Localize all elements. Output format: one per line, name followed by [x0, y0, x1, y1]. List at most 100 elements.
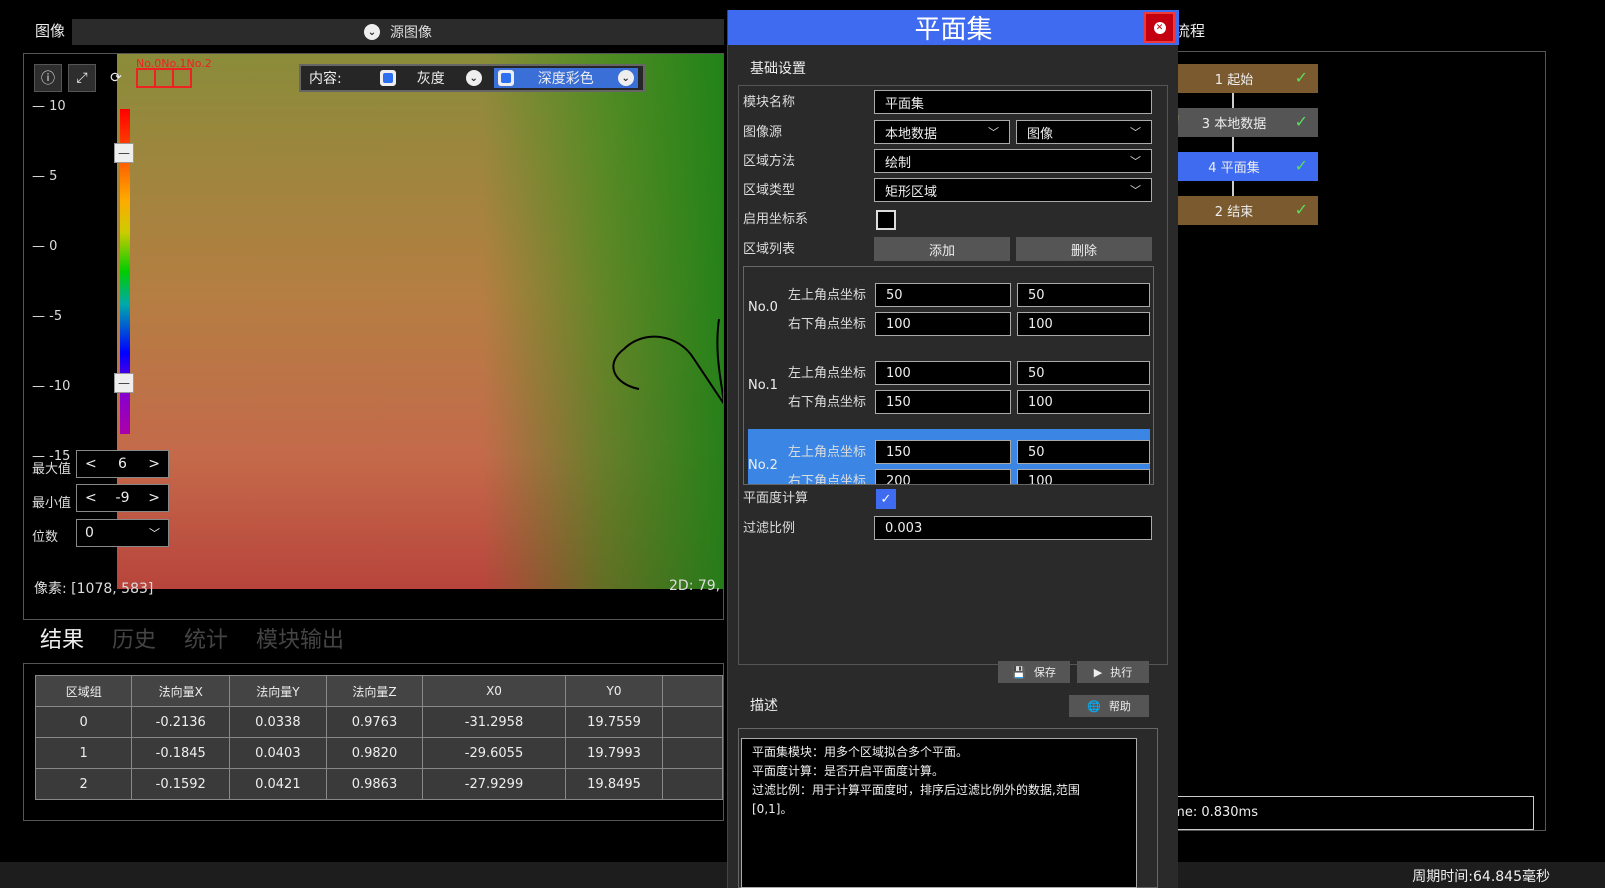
save-button[interactable]: 💾 保存: [998, 661, 1070, 683]
column-header[interactable]: X0: [422, 675, 566, 707]
save-label: 保存: [1033, 666, 1056, 679]
column-header[interactable]: Y0: [564, 675, 664, 707]
min-stepper[interactable]: < -9 >: [76, 484, 169, 512]
min-value[interactable]: -9: [116, 490, 130, 506]
flow-connector: [1232, 93, 1234, 108]
top-left-y-input[interactable]: 50: [1017, 361, 1150, 385]
dialog-title[interactable]: 平面集: [728, 10, 1179, 45]
top-left-y-input[interactable]: 50: [1017, 283, 1150, 307]
bottom-right-y-input[interactable]: 100: [1017, 312, 1150, 336]
table-cell: 0.0403: [229, 737, 327, 769]
bottom-right-y-input[interactable]: 100: [1017, 469, 1150, 484]
gray-toggle[interactable]: 灰度 ⌄: [376, 68, 486, 88]
module-name-input[interactable]: 平面集: [874, 90, 1152, 114]
depth-color-checkbox[interactable]: [497, 70, 514, 86]
save-icon: 💾: [1012, 665, 1026, 679]
column-header[interactable]: [662, 675, 723, 707]
chevron-down-icon[interactable]: ⌄: [617, 70, 634, 86]
chevron-down-icon: ﹀: [1130, 126, 1141, 139]
table-cell: -27.9299: [422, 768, 566, 800]
region-type-select[interactable]: 矩形区域 ﹀: [874, 178, 1152, 202]
region-list[interactable]: No.0 左上角点坐标 50 50 右下角点坐标 100 100 No.1 左上…: [743, 266, 1154, 485]
bottom-right-x-input[interactable]: 200: [875, 469, 1011, 484]
table-cell: 19.7993: [564, 737, 664, 769]
drawn-stroke: [612, 318, 723, 405]
max-stepper[interactable]: < 6 >: [76, 450, 169, 478]
table-cell: -31.2958: [422, 706, 566, 738]
tab-statistics[interactable]: 统计: [184, 622, 228, 654]
results-panel: 区域组 法向量X 法向量Y 法向量Z X0 Y0 0 -0.2136 0.033…: [23, 663, 724, 821]
flatness-checkbox[interactable]: ✓: [876, 489, 896, 509]
flow-section-label: 流程: [1175, 22, 1206, 40]
region-box[interactable]: [138, 70, 156, 86]
filter-ratio-input[interactable]: 0.003: [874, 516, 1152, 540]
column-header[interactable]: 法向量Y: [229, 675, 327, 707]
info-button[interactable]: ⓘ: [34, 64, 62, 92]
chevron-right-icon[interactable]: >: [148, 490, 160, 506]
help-label: 帮助: [1108, 700, 1131, 713]
image-viewer[interactable]: ⓘ ⤢ ⟳ No.0 No.1 No.2 内容: 灰度 ⌄ 深度彩色 ⌄ — 1…: [23, 53, 724, 620]
help-button[interactable]: 🌐 帮助: [1069, 695, 1149, 717]
gray-checkbox[interactable]: [379, 70, 396, 86]
chevron-down-icon: ⌄: [364, 24, 380, 40]
run-button[interactable]: ▶ 执行: [1077, 661, 1149, 683]
check-icon: ✓: [1294, 112, 1308, 131]
depth-color-toggle[interactable]: 深度彩色 ⌄: [493, 68, 638, 88]
table-row[interactable]: 1 -0.1845 0.0403 0.9820 -29.6055 19.7993: [34, 737, 723, 769]
table-cell: -0.1845: [131, 737, 231, 769]
table-cell: [662, 706, 723, 738]
chevron-down-icon[interactable]: ⌄: [465, 70, 482, 86]
digits-select[interactable]: 0 ﹀: [76, 519, 169, 547]
gray-label: 灰度: [416, 71, 445, 87]
tab-history[interactable]: 历史: [112, 622, 156, 654]
min-label: 最小值: [32, 496, 72, 511]
bottom-right-y-input[interactable]: 100: [1017, 390, 1150, 414]
refresh-button[interactable]: ⟳: [102, 64, 130, 92]
image-select[interactable]: 图像 ﹀: [1016, 120, 1152, 144]
chevron-down-icon: ﹀: [988, 126, 999, 139]
delete-region-button[interactable]: 删除: [1016, 237, 1152, 261]
close-button[interactable]: ✕: [1144, 12, 1175, 43]
result-tabs: 结果 历史 统计 模块输出: [40, 622, 344, 654]
region-overlays[interactable]: No.0 No.1 No.2: [136, 57, 212, 88]
flow-node-label: 1 起始: [1214, 73, 1254, 88]
region-overlay-label: No.2: [186, 57, 212, 70]
chevron-left-icon[interactable]: <: [85, 490, 97, 506]
chevron-right-icon[interactable]: >: [148, 456, 160, 472]
digits-value: 0: [85, 525, 94, 541]
image-source-label: 图像源: [743, 125, 783, 140]
max-slider-thumb[interactable]: —: [114, 143, 134, 163]
column-header[interactable]: 法向量Z: [325, 675, 424, 707]
top-left-x-input[interactable]: 150: [875, 440, 1011, 464]
table-row[interactable]: 2 -0.1592 0.0421 0.9863 -27.9299 19.8495: [34, 768, 723, 800]
chevron-left-icon[interactable]: <: [85, 456, 97, 472]
top-left-x-input[interactable]: 100: [875, 361, 1011, 385]
tab-results[interactable]: 结果: [40, 622, 84, 654]
use-coord-checkbox[interactable]: [876, 210, 896, 230]
plane-set-dialog: 平面集 ✕ 基础设置 模块名称 平面集 图像源 本地数据 ﹀ 图像 ﹀ 区域方法…: [727, 10, 1179, 888]
table-row[interactable]: 0 -0.2136 0.0338 0.9763 -31.2958 19.7559: [34, 706, 723, 738]
image-source-select[interactable]: 本地数据 ﹀: [874, 120, 1010, 144]
list-item-selected[interactable]: No.2 左上角点坐标 150 50 右下角点坐标 200 100: [748, 429, 1150, 484]
top-left-y-input[interactable]: 50: [1017, 440, 1150, 464]
top-left-x-input[interactable]: 50: [875, 283, 1011, 307]
region-method-select[interactable]: 绘制 ﹀: [874, 149, 1152, 173]
bottom-right-x-input[interactable]: 150: [875, 390, 1011, 414]
min-slider-thumb[interactable]: —: [114, 373, 134, 393]
digits-label: 位数: [32, 530, 59, 545]
max-value[interactable]: 6: [118, 456, 127, 472]
list-item[interactable]: No.1 左上角点坐标 100 50 右下角点坐标 150 100: [748, 353, 1150, 425]
region-box[interactable]: [174, 70, 190, 86]
bottom-right-x-input[interactable]: 100: [875, 312, 1011, 336]
region-box[interactable]: [156, 70, 174, 86]
list-item[interactable]: No.0 左上角点坐标 50 50 右下角点坐标 100 100: [748, 275, 1150, 347]
fit-view-button[interactable]: ⤢: [68, 64, 96, 92]
column-header[interactable]: 区域组: [34, 675, 133, 707]
source-image-selector[interactable]: ⌄ 源图像: [72, 19, 724, 45]
tab-module-output[interactable]: 模块输出: [256, 622, 344, 654]
bottom-right-label: 右下角点坐标: [788, 317, 867, 332]
flow-node-label: 2 结束: [1214, 205, 1254, 220]
add-region-button[interactable]: 添加: [874, 237, 1010, 261]
region-overlay-label: No.1: [161, 57, 187, 70]
column-header[interactable]: 法向量X: [131, 675, 231, 707]
